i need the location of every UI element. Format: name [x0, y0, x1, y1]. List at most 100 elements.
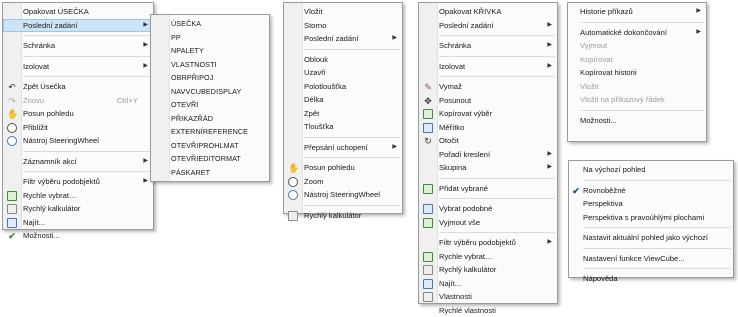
menu-item-cut[interactable]: Vyjmout [568, 39, 706, 53]
menu-item-erase[interactable]: ✎Vymaž [419, 80, 557, 94]
menu-item-snap-override[interactable]: Přepsání uchopení▶ [284, 141, 402, 155]
menu-item-label: Na výchozí pohled [583, 165, 645, 174]
menu-item-clipboard[interactable]: Schránka▶ [3, 39, 153, 53]
menu-item-pan[interactable]: ✋Posun pohledu [284, 161, 402, 175]
menu-item-quick-calc[interactable]: Rychlý kalkulátor [419, 263, 557, 277]
menu-item-quick-calc[interactable]: Rychlý kalkulátor [3, 202, 153, 216]
recent-item[interactable]: OTEVŘIEDITORMAT [151, 152, 269, 166]
zoom-icon [7, 123, 17, 133]
menu-item-label: Posunout [439, 96, 471, 105]
menu-item-label: Najít... [23, 218, 45, 227]
steeringwheel-icon [7, 136, 17, 146]
menu-item-recent-input[interactable]: Poslední zadání▶ [419, 19, 557, 33]
menu-item-properties[interactable]: Vlastnosti [419, 290, 557, 304]
menu-item-quick-calc[interactable]: Rychlý kalkulátor [284, 209, 402, 223]
menu-item-label: Oblouk [304, 55, 328, 64]
menu-item-quick-properties[interactable]: Rychlé vlastnosti [419, 304, 557, 317]
menu-item-parallel[interactable]: ✔Rovnoběžné [569, 184, 733, 198]
recent-item[interactable]: PŘIKAZŘÁD [151, 112, 269, 126]
menu-item-undo[interactable]: ↶Zpět Úsečka [3, 80, 153, 94]
menu-item-paste-to-cmdline[interactable]: Vložit na příkazový řádek [568, 93, 706, 107]
move-icon: ✥ [423, 96, 433, 106]
menu-item-perspective-ortho-faces[interactable]: Perspektiva s pravoúhlými plochami [569, 211, 733, 225]
menu-item-redo[interactable]: ↷ZnovuCtrl+Y [3, 94, 153, 108]
menu-separator [23, 35, 151, 36]
menu-item-autocomplete[interactable]: Automatické dokončování▶ [568, 26, 706, 40]
menu-item-cancel[interactable]: Storno [284, 19, 402, 33]
menu-item-label: Nastavení funkce ViewCube... [583, 254, 685, 263]
recent-item[interactable]: PP [151, 31, 269, 45]
menu-item-clipboard[interactable]: Schránka▶ [419, 39, 557, 53]
menu-item-recent-input[interactable]: Poslední zadání▶ [3, 19, 153, 33]
chevron-right-icon: ▶ [143, 60, 148, 74]
menu-item-steeringwheel[interactable]: Nástroj SteeringWheel [3, 134, 153, 148]
menu-item-options[interactable]: ✔Možnosti... [3, 229, 153, 243]
menu-item-subobject-filter[interactable]: Filtr výběru podobjektů▶ [3, 175, 153, 189]
menu-item-options[interactable]: Možnosti... [568, 114, 706, 128]
menu-item-width[interactable]: Tloušťka [284, 120, 402, 134]
menu-separator [583, 227, 731, 228]
menu-item-label: Vložit na příkazový řádek [580, 95, 665, 104]
menu-separator [304, 157, 400, 158]
menu-item-undo[interactable]: Zpět [284, 107, 402, 121]
context-menu-line: Opakovat ÚSEČKA Poslední zadání▶ Schránk… [2, 2, 154, 230]
menu-item-home-view[interactable]: Na výchozí pohled [569, 163, 733, 177]
menu-item-recent-input[interactable]: Poslední zadání▶ [284, 32, 402, 46]
menu-item-copy-selection[interactable]: Kopírovat výběr [419, 107, 557, 121]
menu-item-viewcube-settings[interactable]: Nastavení funkce ViewCube... [569, 252, 733, 266]
recent-item[interactable]: VLASTNOSTI [151, 58, 269, 72]
menu-item-repeat-spline[interactable]: Opakovat KŘIVKA [419, 5, 557, 19]
menu-item-insert[interactable]: Vložit [284, 5, 402, 19]
menu-item-command-history[interactable]: Historie příkazů▶ [568, 5, 706, 19]
recent-item[interactable]: OBRPŘIPOJ [151, 71, 269, 85]
recent-item[interactable]: PÁSKARET [151, 166, 269, 180]
menu-item-pan[interactable]: ✋Posun pohledu [3, 107, 153, 121]
menu-item-label: Zoom [304, 177, 323, 186]
menu-item-isolate[interactable]: Izolovat▶ [3, 60, 153, 74]
menu-item-action-recorder[interactable]: Záznamník akcí▶ [3, 155, 153, 169]
menu-item-quick-select[interactable]: Rychle vybrat... [3, 189, 153, 203]
menu-item-label: Filtr výběru podobjektů [23, 177, 100, 186]
menu-item-add-selected[interactable]: Přidat vybrané [419, 182, 557, 196]
chevron-right-icon: ▶ [143, 39, 148, 53]
menu-item-help[interactable]: Nápověda [569, 272, 733, 286]
recent-item[interactable]: EXTERNÍREFERENCE [151, 125, 269, 139]
menu-item-close[interactable]: Uzavři [284, 66, 402, 80]
recent-item[interactable]: OTEVŘI [151, 98, 269, 112]
menu-item-paste[interactable]: Vložit [568, 80, 706, 94]
menu-item-zoom[interactable]: Přiblížit [3, 121, 153, 135]
menu-item-arc[interactable]: Oblouk [284, 53, 402, 67]
menu-item-label: Rychle vybrat... [439, 252, 491, 261]
menu-item-repeat-line[interactable]: Opakovat ÚSEČKA [3, 5, 153, 19]
menu-item-deselect-all[interactable]: Vyjmout vše [419, 216, 557, 230]
menu-item-set-current-as-home[interactable]: Nastavit aktuální pohled jako výchozí [569, 231, 733, 245]
menu-item-steeringwheel[interactable]: Nástroj SteeringWheel [284, 188, 402, 202]
menu-item-find[interactable]: Najít... [419, 277, 557, 291]
menu-item-quick-select[interactable]: Rychle vybrat... [419, 250, 557, 264]
recent-item[interactable]: ÚSEČKA [151, 17, 269, 31]
menu-item-length[interactable]: Délka [284, 93, 402, 107]
menu-item-rotate[interactable]: ↻Otočit [419, 134, 557, 148]
menu-item-label: Nástroj SteeringWheel [304, 190, 380, 199]
menu-item-label: Kopírovat výběr [439, 109, 492, 118]
menu-item-draw-order[interactable]: Pořadí kreslení▶ [419, 148, 557, 162]
recent-item[interactable]: OTEVŘIPROHLMAT [151, 139, 269, 153]
menu-item-move[interactable]: ✥ Posunout [419, 94, 557, 108]
menu-item-isolate[interactable]: Izolovat▶ [419, 60, 557, 74]
menu-item-label: Zpět [304, 109, 319, 118]
menu-item-group[interactable]: Skupina▶ [419, 161, 557, 175]
recent-item[interactable]: NAVVCUBEDISPLAY [151, 85, 269, 99]
menu-separator [23, 76, 151, 77]
menu-item-zoom[interactable]: Zoom [284, 175, 402, 189]
menu-item-copy-history[interactable]: Kopírovat historii [568, 66, 706, 80]
menu-item-halfwidth[interactable]: Polotloušťka [284, 80, 402, 94]
menu-item-find[interactable]: Najít... [3, 216, 153, 230]
menu-item-subobject-filter[interactable]: Filtr výběru podobjektů▶ [419, 236, 557, 250]
menu-item-select-similar[interactable]: Vybrat podobné [419, 202, 557, 216]
menu-item-perspective[interactable]: Perspektiva [569, 197, 733, 211]
recent-item[interactable]: NPALETY [151, 44, 269, 58]
properties-icon [423, 292, 433, 302]
find-icon [7, 218, 17, 228]
menu-item-copy[interactable]: Kopírovat [568, 53, 706, 67]
menu-item-scale[interactable]: Měřítko [419, 121, 557, 135]
